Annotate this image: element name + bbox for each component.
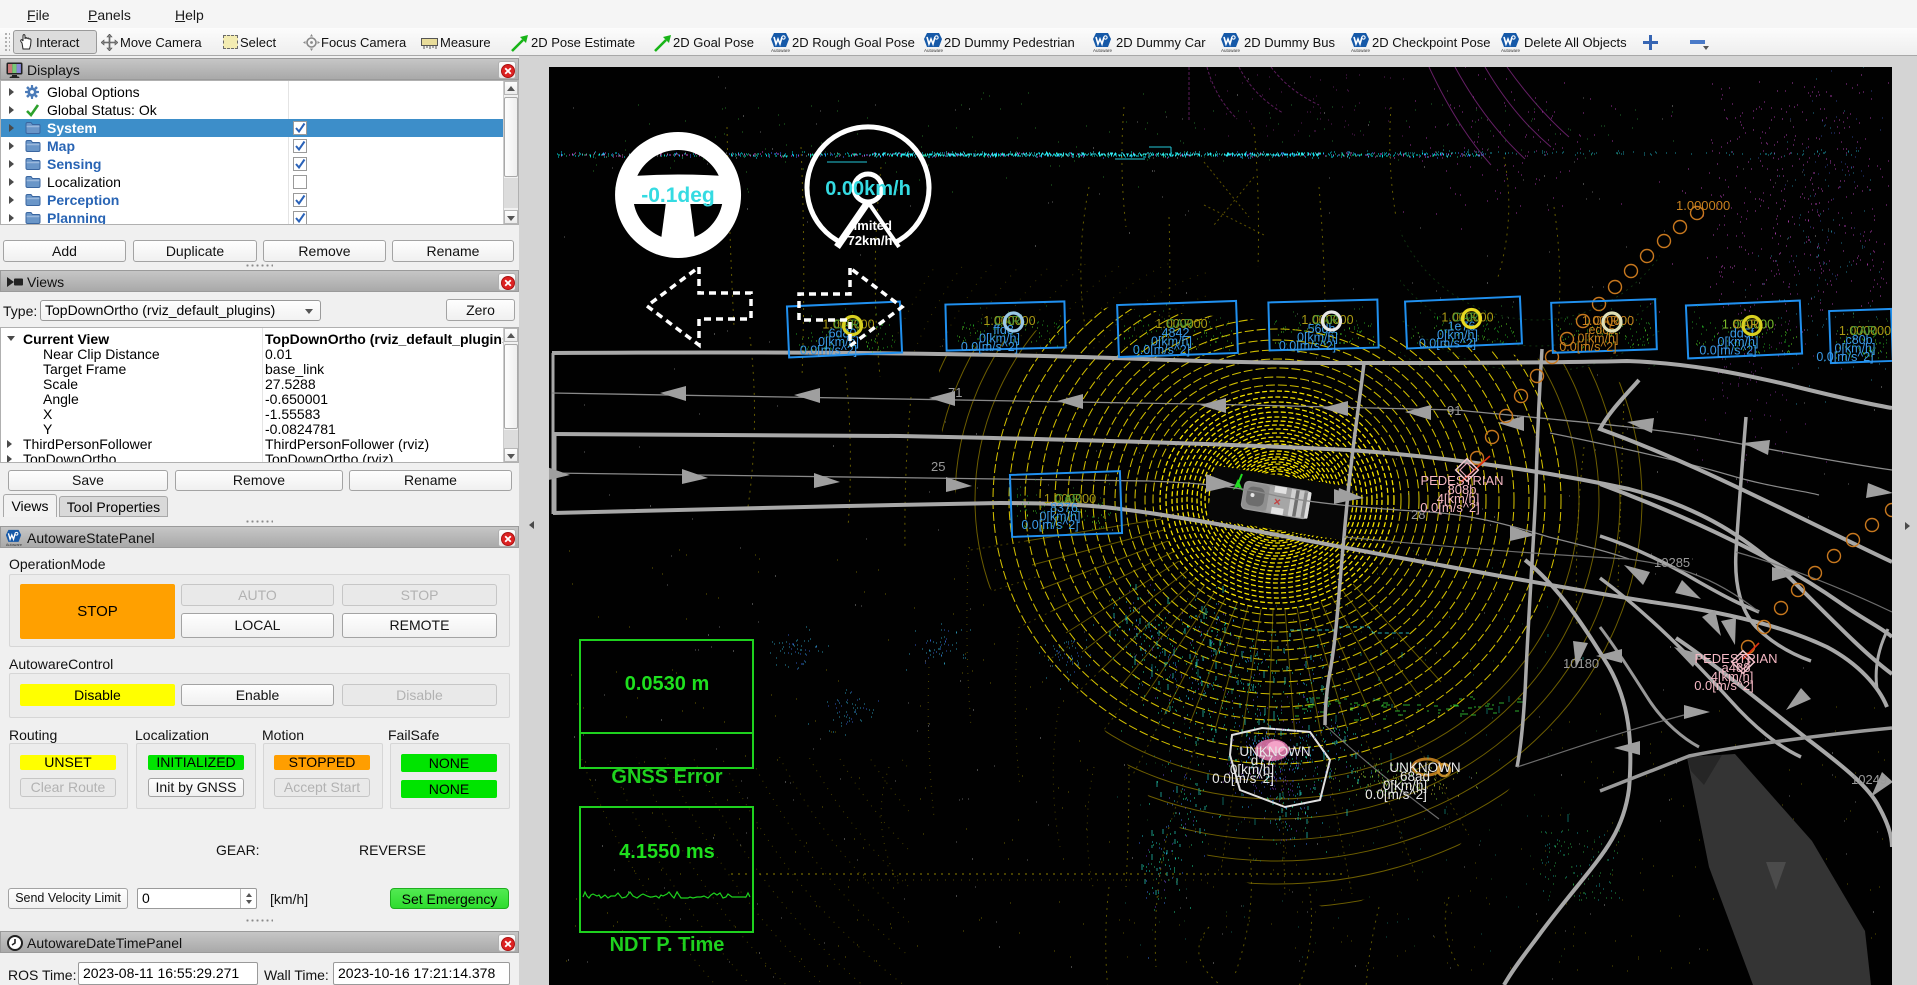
svg-text:0.0[m/s^2]: 0.0[m/s^2] xyxy=(1699,344,1756,358)
svg-text:GNSS Error: GNSS Error xyxy=(611,766,722,788)
svg-text:Autoware: Autoware xyxy=(1093,48,1112,53)
svg-text:4.1550 ms: 4.1550 ms xyxy=(619,841,715,863)
svg-text:Autoware: Autoware xyxy=(1351,48,1370,53)
svg-text:0.0[m/s^2]: 0.0[m/s^2] xyxy=(1694,678,1754,693)
svg-text:0.0[m/s^2]: 0.0[m/s^2] xyxy=(1816,350,1873,364)
svg-text:Autoware: Autoware xyxy=(1501,48,1520,53)
svg-text:Autoware: Autoware xyxy=(924,48,943,53)
svg-text:10249: 10249 xyxy=(1851,772,1887,787)
svg-text:0.0530 m: 0.0530 m xyxy=(625,673,710,695)
svg-text:0.00km/h: 0.00km/h xyxy=(825,178,911,200)
svg-text:limited: limited xyxy=(850,218,892,233)
svg-text:25: 25 xyxy=(931,459,945,474)
svg-text:0.0[m/s^2]: 0.0[m/s^2] xyxy=(1279,339,1336,353)
svg-text:0.0[m/s^2]: 0.0[m/s^2] xyxy=(1559,340,1616,354)
svg-text:0.0[m/s^2]: 0.0[m/s^2] xyxy=(1021,518,1078,532)
svg-text:0.0[m/s^2]: 0.0[m/s^2] xyxy=(1133,343,1190,357)
svg-text:0.0[m/s^2]: 0.0[m/s^2] xyxy=(1212,771,1274,786)
svg-text:10285: 10285 xyxy=(1654,555,1690,570)
svg-text:Autoware: Autoware xyxy=(6,543,22,547)
svg-text:Autoware: Autoware xyxy=(1221,48,1240,53)
svg-text:Autoware: Autoware xyxy=(771,48,790,53)
svg-text:NDT P. Time: NDT P. Time xyxy=(610,934,725,956)
svg-text:1.000000: 1.000000 xyxy=(1676,198,1730,213)
svg-text:10180: 10180 xyxy=(1563,656,1599,671)
svg-text:72km/h: 72km/h xyxy=(848,233,893,248)
svg-text:0.0[m/s^2]: 0.0[m/s^2] xyxy=(1365,787,1427,802)
svg-text:-0.1deg: -0.1deg xyxy=(641,184,715,207)
svg-text:0.0[m/s^2]: 0.0[m/s^2] xyxy=(1420,500,1480,515)
svg-text:0.0[m/s^2]: 0.0[m/s^2] xyxy=(1419,337,1476,351)
svg-text:0.0[m/s^2]: 0.0[m/s^2] xyxy=(800,344,857,358)
svg-text:0.0[m/s^2]: 0.0[m/s^2] xyxy=(961,340,1018,354)
svg-text:71: 71 xyxy=(948,385,962,400)
svg-text:91: 91 xyxy=(1447,403,1461,418)
